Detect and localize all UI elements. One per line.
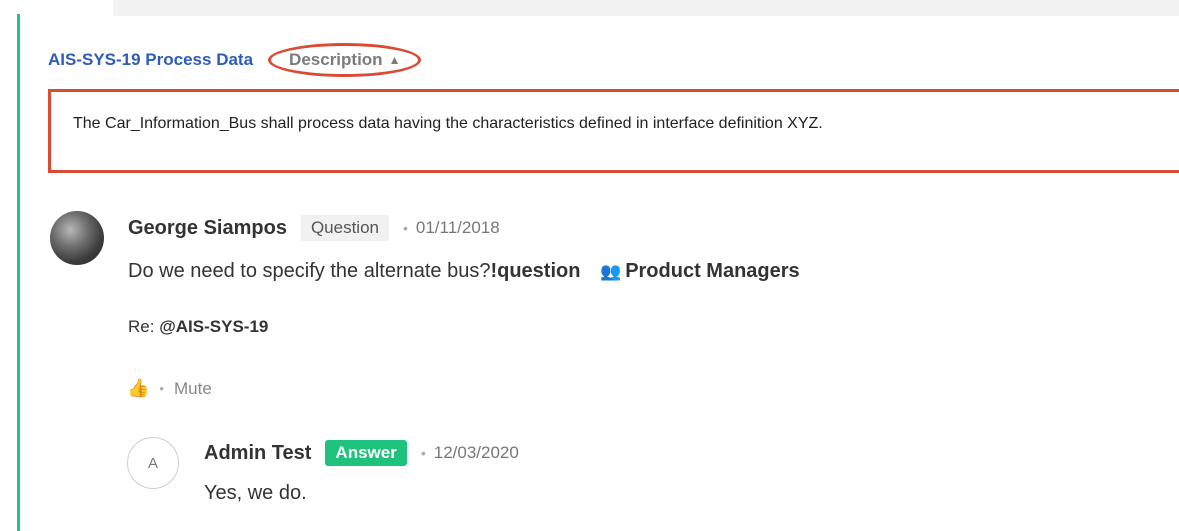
description-box: The Car_Information_Bus shall process da… — [48, 89, 1179, 173]
reply-body: Yes, we do. — [204, 482, 307, 504]
requirement-link[interactable]: AIS-SYS-19 Process Data — [48, 50, 253, 70]
chevron-up-icon: ▲ — [388, 53, 401, 67]
reply-avatar-initial: A — [147, 454, 158, 472]
description-toggle-label: Description — [289, 50, 383, 69]
question-badge: Question — [300, 215, 389, 241]
reply-header: Admin Test Answer • 12/03/2020 — [204, 438, 519, 468]
comment-text: Do we need to specify the alternate bus? — [128, 260, 491, 282]
group-mention[interactable]: Product Managers — [625, 260, 799, 282]
comment-body: Do we need to specify the alternate bus?… — [128, 260, 800, 283]
comment-date: 01/11/2018 — [415, 218, 500, 237]
thumbs-up-icon[interactable]: 👍 — [127, 378, 149, 399]
reply-author[interactable]: Admin Test — [204, 442, 311, 465]
answer-badge: Answer — [325, 440, 407, 466]
reply-date: 12/03/2020 — [433, 443, 519, 462]
mute-link[interactable]: Mute — [174, 379, 212, 399]
hashtag-question[interactable]: !question — [490, 260, 580, 282]
comments-panel: AIS-SYS-19 Process Data Description ▲ Th… — [0, 0, 1179, 531]
group-icon: 👥 — [600, 262, 622, 281]
re-label: Re: — [128, 317, 155, 336]
separator-dot: • — [402, 220, 408, 236]
description-toggle[interactable]: Description ▲ — [268, 43, 422, 77]
separator-dot: • — [420, 445, 426, 461]
re-reference: Re: @AIS-SYS-19 — [128, 317, 268, 337]
top-strip — [113, 0, 1179, 16]
requirement-header: AIS-SYS-19 Process Data Description ▲ — [48, 43, 422, 77]
comment-header: George Siampos Question • 01/11/2018 — [128, 214, 500, 242]
reply-avatar[interactable]: A — [127, 437, 179, 489]
avatar[interactable] — [50, 211, 104, 265]
thread-accent-bar — [17, 14, 20, 531]
comment-actions: 👍 • Mute — [127, 378, 212, 399]
comment-author[interactable]: George Siampos — [128, 217, 287, 240]
requirement-mention[interactable]: @AIS-SYS-19 — [159, 317, 268, 336]
separator-dot: • — [159, 381, 164, 396]
description-text: The Car_Information_Bus shall process da… — [73, 115, 823, 132]
